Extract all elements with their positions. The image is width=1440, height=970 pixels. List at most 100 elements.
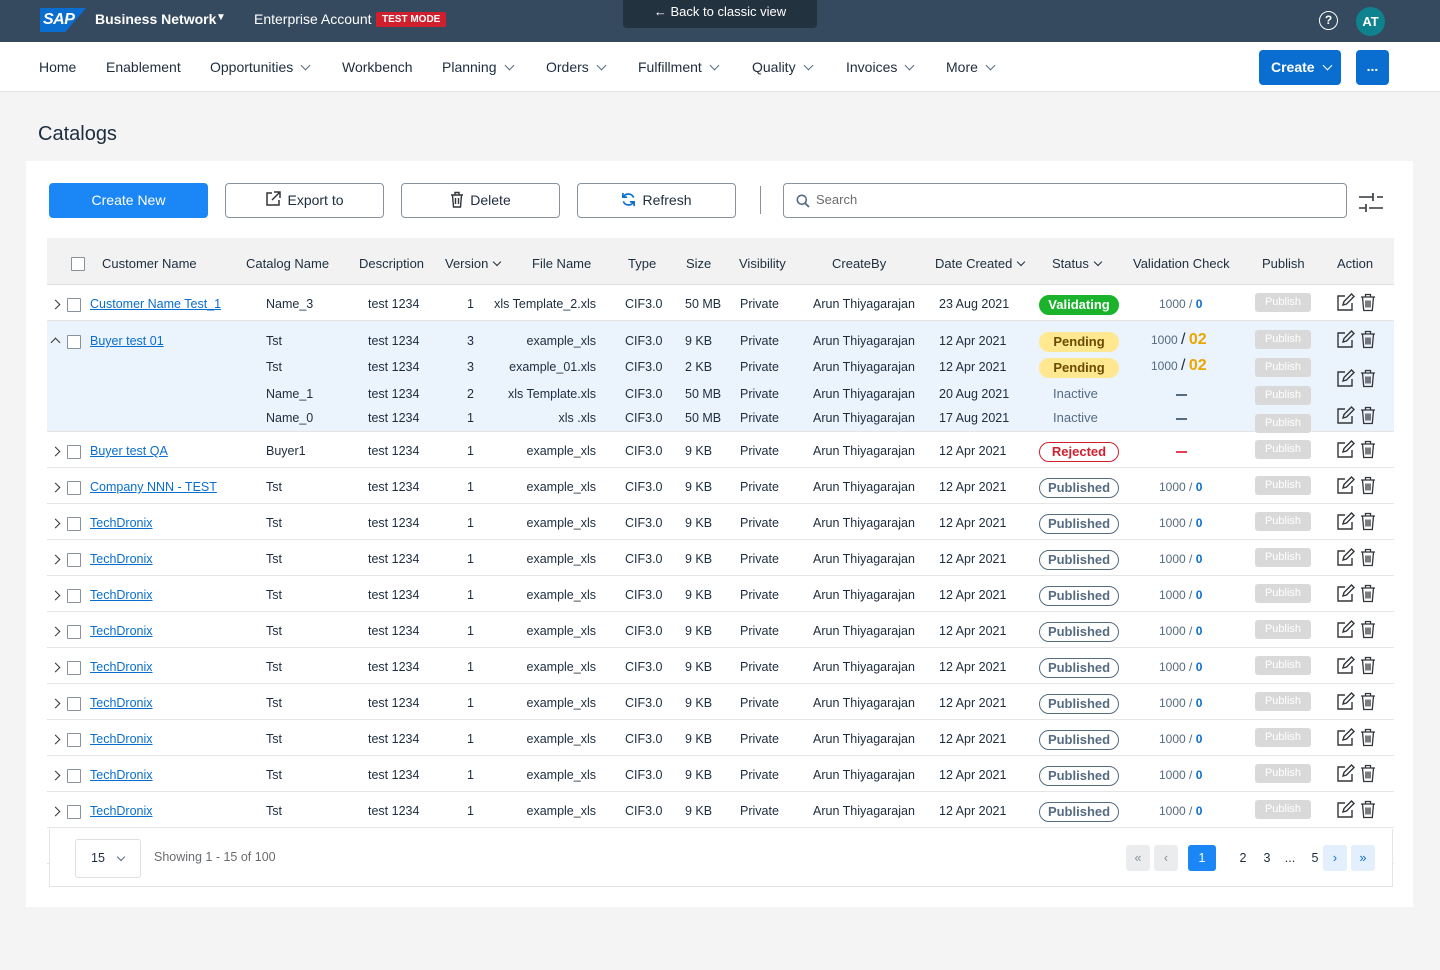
create-new-button[interactable]: Create New: [49, 183, 208, 218]
validation-errors[interactable]: 0: [1196, 480, 1203, 494]
nav-item-invoices[interactable]: Invoices: [846, 59, 915, 75]
row-checkbox[interactable]: [67, 805, 81, 819]
trash-icon[interactable]: [1360, 800, 1376, 824]
publish-button[interactable]: Publish: [1255, 330, 1311, 349]
customer-name-link[interactable]: TechDronix: [90, 624, 153, 638]
trash-icon[interactable]: [1360, 293, 1376, 317]
customer-name-link[interactable]: Buyer test 01: [90, 334, 164, 348]
trash-icon[interactable]: [1360, 512, 1376, 536]
validation-errors[interactable]: 0: [1196, 804, 1203, 818]
publish-button[interactable]: Publish: [1255, 620, 1311, 639]
trash-icon[interactable]: [1360, 584, 1376, 608]
column-header-version[interactable]: Version: [445, 256, 502, 271]
edit-icon[interactable]: [1336, 476, 1355, 500]
row-checkbox[interactable]: [67, 733, 81, 747]
chevron-right-icon[interactable]: [50, 482, 61, 493]
nav-item-more[interactable]: More: [946, 59, 996, 75]
trash-icon[interactable]: [1360, 764, 1376, 788]
publish-button[interactable]: Publish: [1255, 692, 1311, 711]
row-checkbox[interactable]: [67, 517, 81, 531]
customer-name-link[interactable]: Company NNN - TEST: [90, 480, 217, 494]
validation-errors[interactable]: 0: [1196, 696, 1203, 710]
select-all-checkbox[interactable]: [71, 257, 85, 271]
nav-item-home[interactable]: Home: [39, 59, 76, 75]
publish-button[interactable]: Publish: [1255, 656, 1311, 675]
row-checkbox[interactable]: [67, 769, 81, 783]
trash-icon[interactable]: [1360, 330, 1376, 354]
page-3-button[interactable]: 3: [1255, 845, 1279, 871]
edit-icon[interactable]: [1336, 584, 1355, 608]
chevron-right-icon[interactable]: [50, 518, 61, 529]
help-icon[interactable]: ?: [1319, 11, 1338, 30]
edit-icon[interactable]: [1336, 440, 1355, 464]
nav-item-quality[interactable]: Quality: [752, 59, 814, 75]
page-1-button[interactable]: 1: [1188, 845, 1216, 871]
chevron-right-icon[interactable]: [50, 299, 61, 310]
row-checkbox[interactable]: [67, 661, 81, 675]
publish-button[interactable]: Publish: [1255, 512, 1311, 531]
edit-icon[interactable]: [1336, 728, 1355, 752]
validation-errors[interactable]: 0: [1196, 552, 1203, 566]
row-checkbox[interactable]: [67, 553, 81, 567]
chevron-right-icon[interactable]: [50, 662, 61, 673]
edit-icon[interactable]: [1336, 764, 1355, 788]
customer-name-link[interactable]: TechDronix: [90, 588, 153, 602]
chevron-right-icon[interactable]: [50, 626, 61, 637]
edit-icon[interactable]: [1336, 692, 1355, 716]
refresh-button[interactable]: Refresh: [577, 183, 736, 218]
nav-item-planning[interactable]: Planning: [442, 59, 514, 75]
trash-icon[interactable]: [1360, 656, 1376, 680]
row-checkbox[interactable]: [67, 589, 81, 603]
publish-button[interactable]: Publish: [1255, 440, 1311, 459]
customer-name-link[interactable]: TechDronix: [90, 516, 153, 530]
validation-errors[interactable]: 02: [1189, 331, 1207, 348]
last-page-button[interactable]: »: [1351, 845, 1375, 871]
edit-icon[interactable]: [1336, 656, 1355, 680]
search-field[interactable]: [783, 183, 1347, 218]
chevron-right-icon[interactable]: [50, 554, 61, 565]
avatar[interactable]: AT: [1356, 7, 1385, 36]
delete-button[interactable]: Delete: [401, 183, 560, 218]
product-name[interactable]: Business Network: [95, 11, 216, 27]
edit-icon[interactable]: [1336, 512, 1355, 536]
nav-item-orders[interactable]: Orders: [546, 59, 607, 75]
row-checkbox[interactable]: [67, 481, 81, 495]
row-checkbox[interactable]: [67, 697, 81, 711]
chevron-right-icon[interactable]: [50, 734, 61, 745]
edit-icon[interactable]: [1336, 800, 1355, 824]
trash-icon[interactable]: [1360, 692, 1376, 716]
customer-name-link[interactable]: TechDronix: [90, 552, 153, 566]
publish-button[interactable]: Publish: [1255, 800, 1311, 819]
edit-icon[interactable]: [1336, 330, 1355, 354]
sap-logo[interactable]: SAP: [40, 8, 86, 32]
publish-button[interactable]: Publish: [1255, 358, 1311, 377]
trash-icon[interactable]: [1360, 406, 1376, 430]
filter-settings-icon[interactable]: [1358, 192, 1384, 214]
chevron-right-icon[interactable]: [50, 770, 61, 781]
trash-icon[interactable]: [1360, 620, 1376, 644]
validation-errors[interactable]: 0: [1196, 297, 1203, 311]
row-checkbox[interactable]: [67, 445, 81, 459]
export-button[interactable]: Export to: [225, 183, 384, 218]
publish-button[interactable]: Publish: [1255, 414, 1311, 433]
publish-button[interactable]: Publish: [1255, 548, 1311, 567]
publish-button[interactable]: Publish: [1255, 728, 1311, 747]
publish-button[interactable]: Publish: [1255, 764, 1311, 783]
customer-name-link[interactable]: TechDronix: [90, 660, 153, 674]
nav-item-workbench[interactable]: Workbench: [342, 59, 413, 75]
edit-icon[interactable]: [1336, 620, 1355, 644]
nav-item-fulfillment[interactable]: Fulfillment: [638, 59, 720, 75]
edit-icon[interactable]: [1336, 548, 1355, 572]
customer-name-link[interactable]: Buyer test QA: [90, 444, 168, 458]
row-checkbox[interactable]: [67, 298, 81, 312]
customer-name-link[interactable]: TechDronix: [90, 768, 153, 782]
edit-icon[interactable]: [1336, 369, 1355, 393]
trash-icon[interactable]: [1360, 728, 1376, 752]
trash-icon[interactable]: [1360, 440, 1376, 464]
column-header-date-created[interactable]: Date Created: [935, 256, 1026, 271]
validation-errors[interactable]: 0: [1196, 516, 1203, 530]
back-to-classic-button[interactable]: ← Back to classic view: [623, 0, 817, 28]
trash-icon[interactable]: [1360, 476, 1376, 500]
nav-item-enablement[interactable]: Enablement: [106, 59, 181, 75]
validation-errors[interactable]: 0: [1196, 732, 1203, 746]
